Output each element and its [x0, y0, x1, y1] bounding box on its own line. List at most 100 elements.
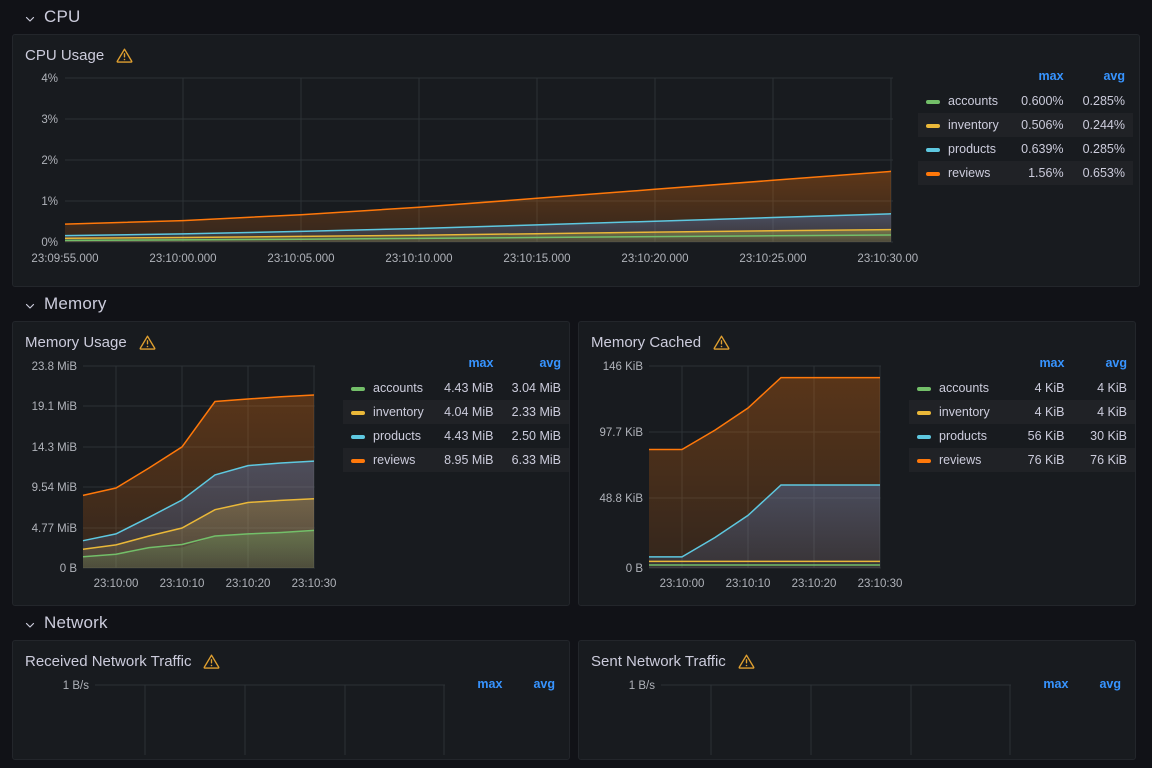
warning-triangle-icon[interactable] [713, 334, 730, 351]
svg-text:23:10:10: 23:10:10 [726, 578, 771, 590]
legend-row[interactable]: products 0.639% 0.285% [918, 137, 1133, 161]
legend-series-name[interactable]: accounts [931, 376, 1010, 400]
legend-color-marker [343, 448, 365, 472]
legend-row[interactable]: inventory 4.04 MiB 2.33 MiB [343, 400, 569, 424]
legend-row[interactable]: accounts 4 KiB 4 KiB [909, 376, 1135, 400]
legend-row[interactable]: products 4.43 MiB 2.50 MiB [343, 424, 569, 448]
legend-row[interactable]: reviews 8.95 MiB 6.33 MiB [343, 448, 569, 472]
legend-header-avg[interactable]: avg [1072, 354, 1135, 376]
svg-text:23:10:20: 23:10:20 [792, 578, 837, 590]
memory-usage-legend: max avg accounts 4.43 MiB 3.04 MiB inven… [343, 354, 569, 597]
svg-text:0%: 0% [41, 237, 58, 249]
svg-text:23:09:55.000: 23:09:55.000 [31, 253, 98, 265]
legend-avg-value: 76 KiB [1072, 448, 1135, 472]
legend-series-name[interactable]: products [940, 137, 1010, 161]
svg-text:23:10:00: 23:10:00 [660, 578, 705, 590]
legend-row[interactable]: inventory 4 KiB 4 KiB [909, 400, 1135, 424]
legend-color-marker [909, 376, 931, 400]
sent-network-traffic-plot[interactable]: 1 B/s [579, 673, 1019, 755]
legend-row[interactable]: accounts 4.43 MiB 3.04 MiB [343, 376, 569, 400]
panel-header: Received Network Traffic [13, 641, 569, 673]
section-header-memory[interactable]: Memory [12, 287, 1140, 321]
legend-series-name[interactable]: reviews [931, 448, 1010, 472]
panel-header: CPU Usage [13, 35, 1139, 67]
legend-avg-value: 0.285% [1082, 94, 1125, 108]
svg-text:3%: 3% [41, 114, 58, 126]
legend-avg-value: 3.04 MiB [511, 381, 561, 395]
cpu-usage-plot[interactable]: 4% 3% 2% 1% 0% 23:09:55.000 23:10:00.000… [13, 67, 918, 279]
legend-max-value: 1.56% [1010, 161, 1072, 185]
svg-text:2%: 2% [41, 155, 58, 167]
chevron-down-icon[interactable] [24, 300, 36, 312]
svg-text:23:10:00.000: 23:10:00.000 [149, 253, 216, 265]
received-network-traffic-plot[interactable]: 1 B/s [13, 673, 453, 755]
chevron-down-icon[interactable] [24, 13, 36, 25]
chevron-down-icon[interactable] [24, 619, 36, 631]
memory-usage-plot[interactable]: 23.8 MiB 19.1 MiB 14.3 MiB 9.54 MiB 4.77… [13, 354, 343, 597]
warning-triangle-icon[interactable] [139, 334, 156, 351]
legend-header-avg[interactable]: avg [1072, 67, 1133, 89]
received-network-traffic-legend: max avg [453, 673, 563, 755]
panel-title: Received Network Traffic [25, 652, 192, 670]
legend-series-name[interactable]: products [931, 424, 1010, 448]
svg-text:23.8 MiB: 23.8 MiB [32, 361, 78, 373]
svg-text:23:10:10.000: 23:10:10.000 [385, 253, 452, 265]
section-header-network[interactable]: Network [12, 606, 1140, 640]
legend-avg-value: 2.33 MiB [501, 400, 569, 424]
legend-header-max[interactable]: max [1019, 675, 1076, 697]
legend-header-max[interactable]: max [434, 354, 502, 376]
legend-series-name[interactable]: reviews [940, 161, 1011, 185]
legend-series-name[interactable]: inventory [365, 400, 434, 424]
legend-series-name[interactable]: accounts [940, 89, 1010, 113]
legend-color-marker [918, 161, 940, 185]
legend-row[interactable]: accounts 0.600% 0.285% [918, 89, 1133, 113]
legend-avg-value: 0.285% [1082, 142, 1125, 156]
panel-title: CPU Usage [25, 46, 105, 64]
legend-max-value: 4.43 MiB [444, 381, 494, 395]
legend-row[interactable]: products 56 KiB 30 KiB [909, 424, 1135, 448]
legend-header-max[interactable]: max [1010, 354, 1073, 376]
legend-series-name[interactable]: reviews [365, 448, 434, 472]
legend-color-marker [909, 448, 931, 472]
panel-cpu-usage: CPU Usage 4% 3% 2% 1% 0% 23:09:55.000 23… [12, 34, 1140, 287]
svg-text:23:10:00: 23:10:00 [94, 578, 139, 590]
cpu-usage-legend: max avg accounts 0.600% 0.285% inventory… [918, 67, 1133, 279]
legend-avg-value: 30 KiB [1090, 429, 1127, 443]
legend-series-name[interactable]: inventory [940, 113, 1011, 137]
legend-row[interactable]: reviews 1.56% 0.653% [918, 161, 1133, 185]
legend-header-avg[interactable]: avg [510, 675, 563, 697]
panel-memory-cached: Memory Cached 146 KiB 97.7 KiB 48.8 KiB … [578, 321, 1136, 606]
legend-header-max[interactable]: max [453, 675, 510, 697]
section-header-cpu[interactable]: CPU [12, 0, 1140, 34]
warning-triangle-icon[interactable] [116, 47, 133, 64]
panel-title: Sent Network Traffic [591, 652, 726, 670]
panel-header: Memory Cached [579, 322, 1135, 354]
legend-table: max avg [1019, 675, 1129, 697]
legend-row[interactable]: reviews 76 KiB 76 KiB [909, 448, 1135, 472]
legend-table: max avg [453, 675, 563, 697]
svg-text:23:10:15.000: 23:10:15.000 [503, 253, 570, 265]
legend-max-value: 4.43 MiB [444, 429, 494, 443]
legend-header-max[interactable]: max [1010, 67, 1071, 89]
legend-table: max avg accounts 4.43 MiB 3.04 MiB inven… [343, 354, 569, 472]
legend-avg-value: 0.653% [1071, 161, 1133, 185]
svg-text:1%: 1% [41, 196, 58, 208]
svg-text:4.77 MiB: 4.77 MiB [32, 523, 78, 535]
legend-series-name[interactable]: accounts [365, 376, 434, 400]
legend-table: max avg accounts 4 KiB 4 KiB inventory 4… [909, 354, 1135, 472]
panel-header: Memory Usage [13, 322, 569, 354]
warning-triangle-icon[interactable] [203, 653, 220, 670]
legend-series-name[interactable]: inventory [931, 400, 1010, 424]
legend-header-avg[interactable]: avg [501, 354, 569, 376]
panel-sent-network-traffic: Sent Network Traffic 1 B/s max avg [578, 640, 1136, 760]
legend-avg-value: 4 KiB [1072, 400, 1135, 424]
legend-series-name[interactable]: products [365, 424, 434, 448]
panel-memory-usage: Memory Usage 23.8 MiB 19.1 MiB 14.3 MiB … [12, 321, 570, 606]
legend-header-avg[interactable]: avg [1076, 675, 1129, 697]
memory-cached-plot[interactable]: 146 KiB 97.7 KiB 48.8 KiB 0 B 23:10:00 2… [579, 354, 909, 597]
svg-text:97.7 KiB: 97.7 KiB [600, 427, 644, 439]
legend-avg-value: 2.50 MiB [511, 429, 561, 443]
legend-row[interactable]: inventory 0.506% 0.244% [918, 113, 1133, 137]
warning-triangle-icon[interactable] [738, 653, 755, 670]
sent-network-traffic-legend: max avg [1019, 673, 1129, 755]
